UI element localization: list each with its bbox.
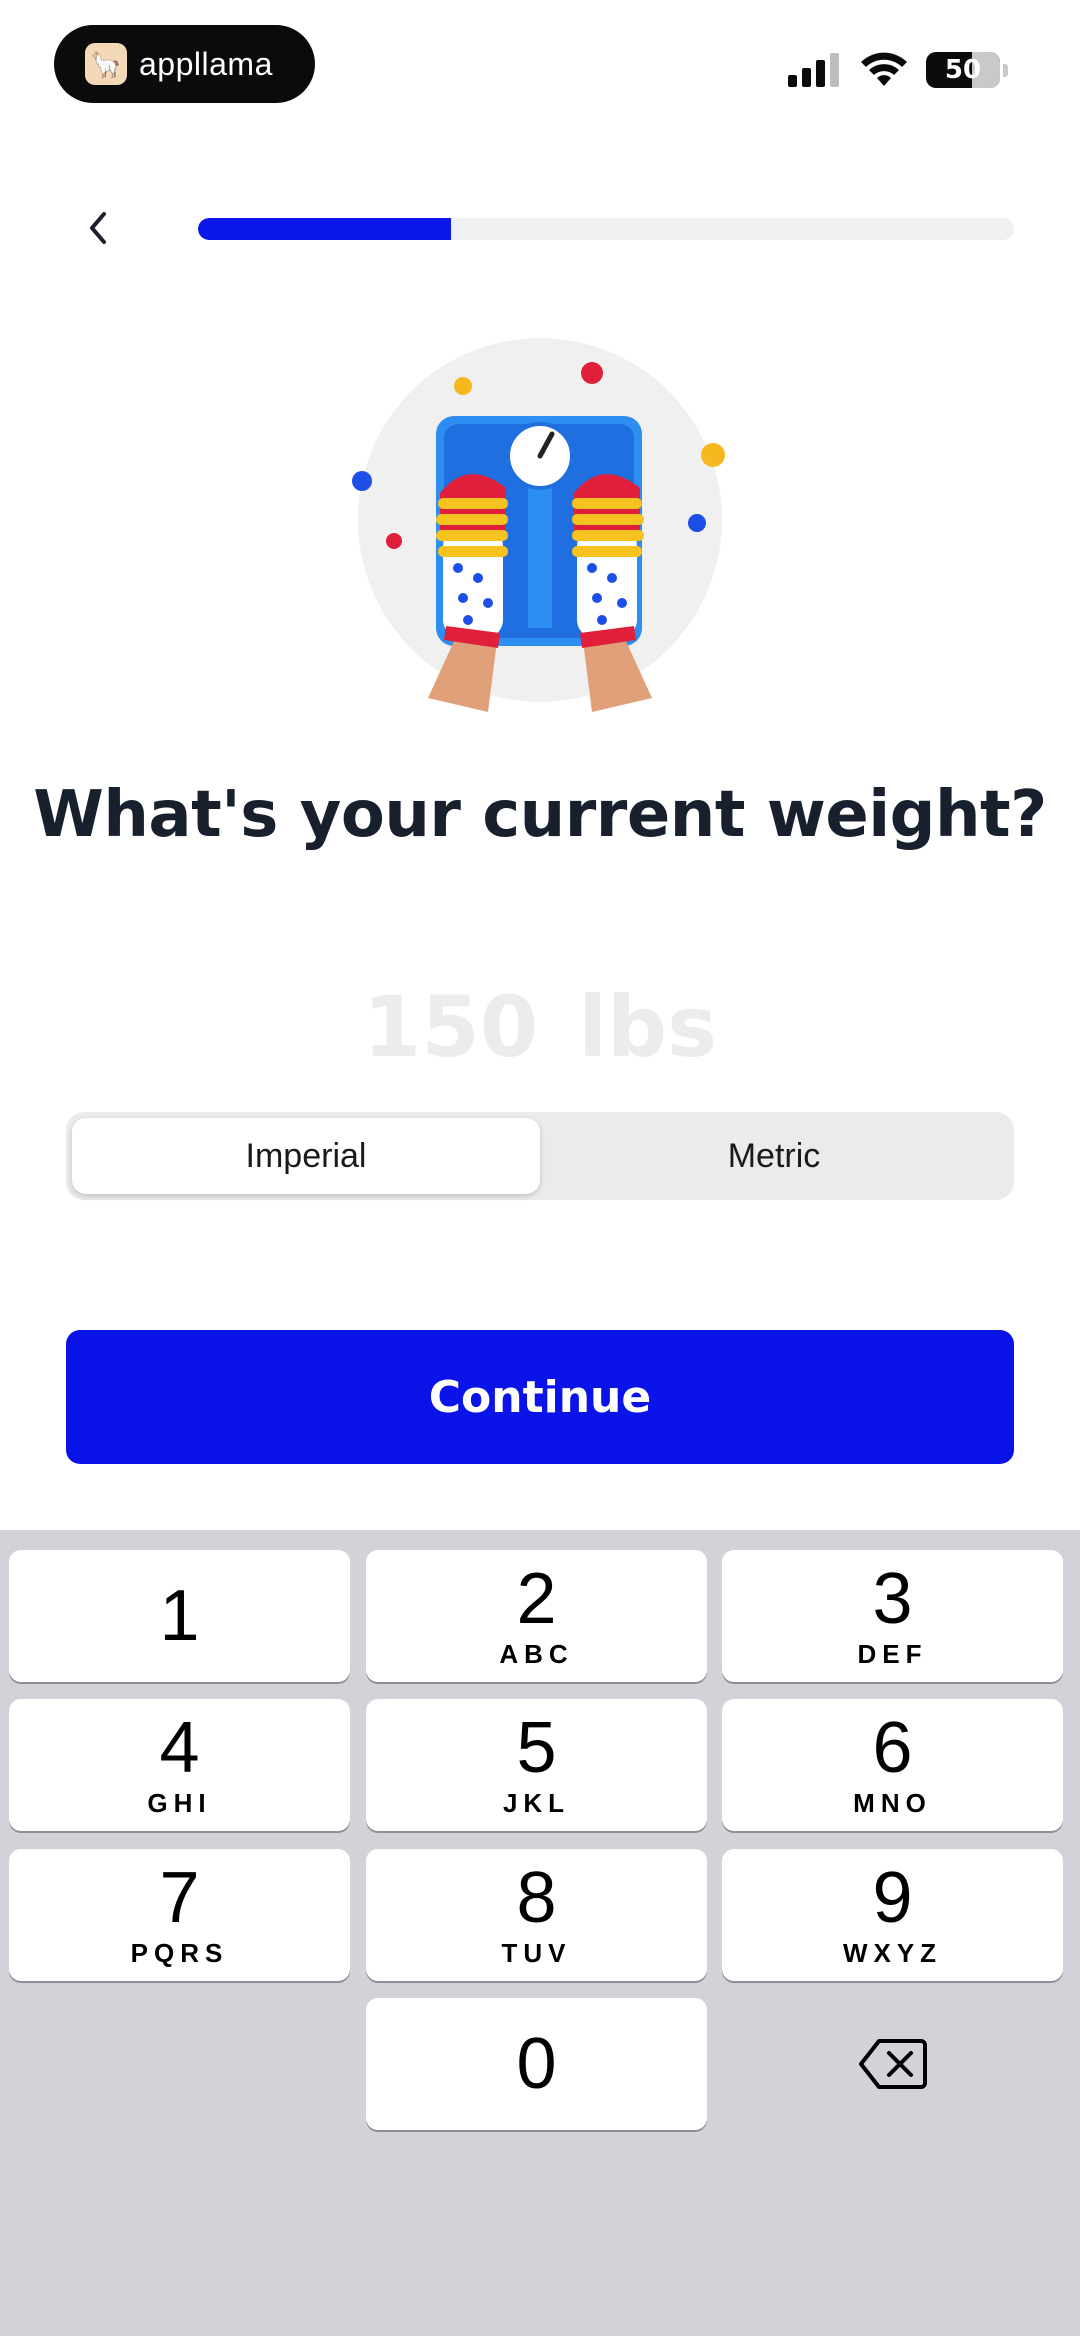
key-6[interactable]: 6 MNO bbox=[722, 1699, 1063, 1831]
key-3[interactable]: 3 DEF bbox=[722, 1550, 1063, 1682]
key-4[interactable]: 4 GHI bbox=[9, 1699, 350, 1831]
chevron-left-icon bbox=[90, 212, 106, 244]
key-letters: ABC bbox=[499, 1638, 574, 1669]
status-icons: 50 bbox=[788, 52, 1008, 88]
brand-name: appllama bbox=[139, 45, 273, 82]
key-digit: 2 bbox=[516, 1558, 557, 1639]
key-letters: PQRS bbox=[130, 1937, 229, 1968]
unit-toggle: Imperial Metric bbox=[66, 1112, 1014, 1200]
weight-input[interactable]: 150 lbs bbox=[0, 978, 1080, 1076]
back-button[interactable] bbox=[70, 200, 126, 256]
key-letters: TUV bbox=[501, 1937, 572, 1968]
weight-unit: lbs bbox=[578, 978, 718, 1076]
key-0[interactable]: 0 bbox=[366, 1998, 707, 2130]
llama-logo-icon: 🦙 bbox=[85, 43, 127, 85]
continue-button[interactable]: Continue bbox=[66, 1330, 1014, 1464]
key-letters: JKL bbox=[502, 1787, 571, 1818]
weight-value: 150 bbox=[362, 978, 539, 1076]
battery-level: 50 bbox=[944, 55, 982, 85]
key-8[interactable]: 8 TUV bbox=[366, 1849, 707, 1981]
question-title: What's your current weight? bbox=[33, 778, 1047, 852]
key-9[interactable]: 9 WXYZ bbox=[722, 1849, 1063, 1981]
key-5[interactable]: 5 JKL bbox=[366, 1699, 707, 1831]
key-digit: 9 bbox=[872, 1857, 913, 1938]
key-7[interactable]: 7 PQRS bbox=[9, 1849, 350, 1981]
key-letters: WXYZ bbox=[842, 1937, 943, 1968]
key-digit: 1 bbox=[159, 1576, 200, 1656]
progress-bar bbox=[198, 218, 1014, 240]
status-bar: 🦙 appllama 50 bbox=[0, 0, 1080, 120]
key-letters: GHI bbox=[147, 1787, 212, 1818]
brand-pill: 🦙 appllama bbox=[54, 25, 315, 103]
key-letters: DEF bbox=[857, 1638, 928, 1669]
delete-key[interactable] bbox=[722, 1998, 1063, 2130]
key-digit: 7 bbox=[159, 1857, 200, 1938]
scale-illustration bbox=[348, 328, 732, 712]
key-1[interactable]: 1 bbox=[9, 1550, 350, 1682]
key-digit: 3 bbox=[872, 1558, 913, 1639]
key-digit: 4 bbox=[159, 1707, 200, 1788]
cellular-signal-icon bbox=[788, 53, 839, 87]
battery-icon: 50 bbox=[926, 52, 1000, 88]
segment-metric[interactable]: Metric bbox=[540, 1118, 1008, 1194]
wifi-icon bbox=[861, 52, 907, 86]
progress-fill bbox=[198, 218, 451, 240]
key-digit: 5 bbox=[516, 1707, 557, 1788]
segment-imperial[interactable]: Imperial bbox=[72, 1118, 540, 1194]
backspace-icon bbox=[858, 2039, 927, 2089]
key-digit: 6 bbox=[872, 1707, 913, 1788]
key-digit: 0 bbox=[516, 2024, 557, 2104]
key-2[interactable]: 2 ABC bbox=[366, 1550, 707, 1682]
key-digit: 8 bbox=[516, 1857, 557, 1938]
key-letters: MNO bbox=[853, 1787, 932, 1818]
